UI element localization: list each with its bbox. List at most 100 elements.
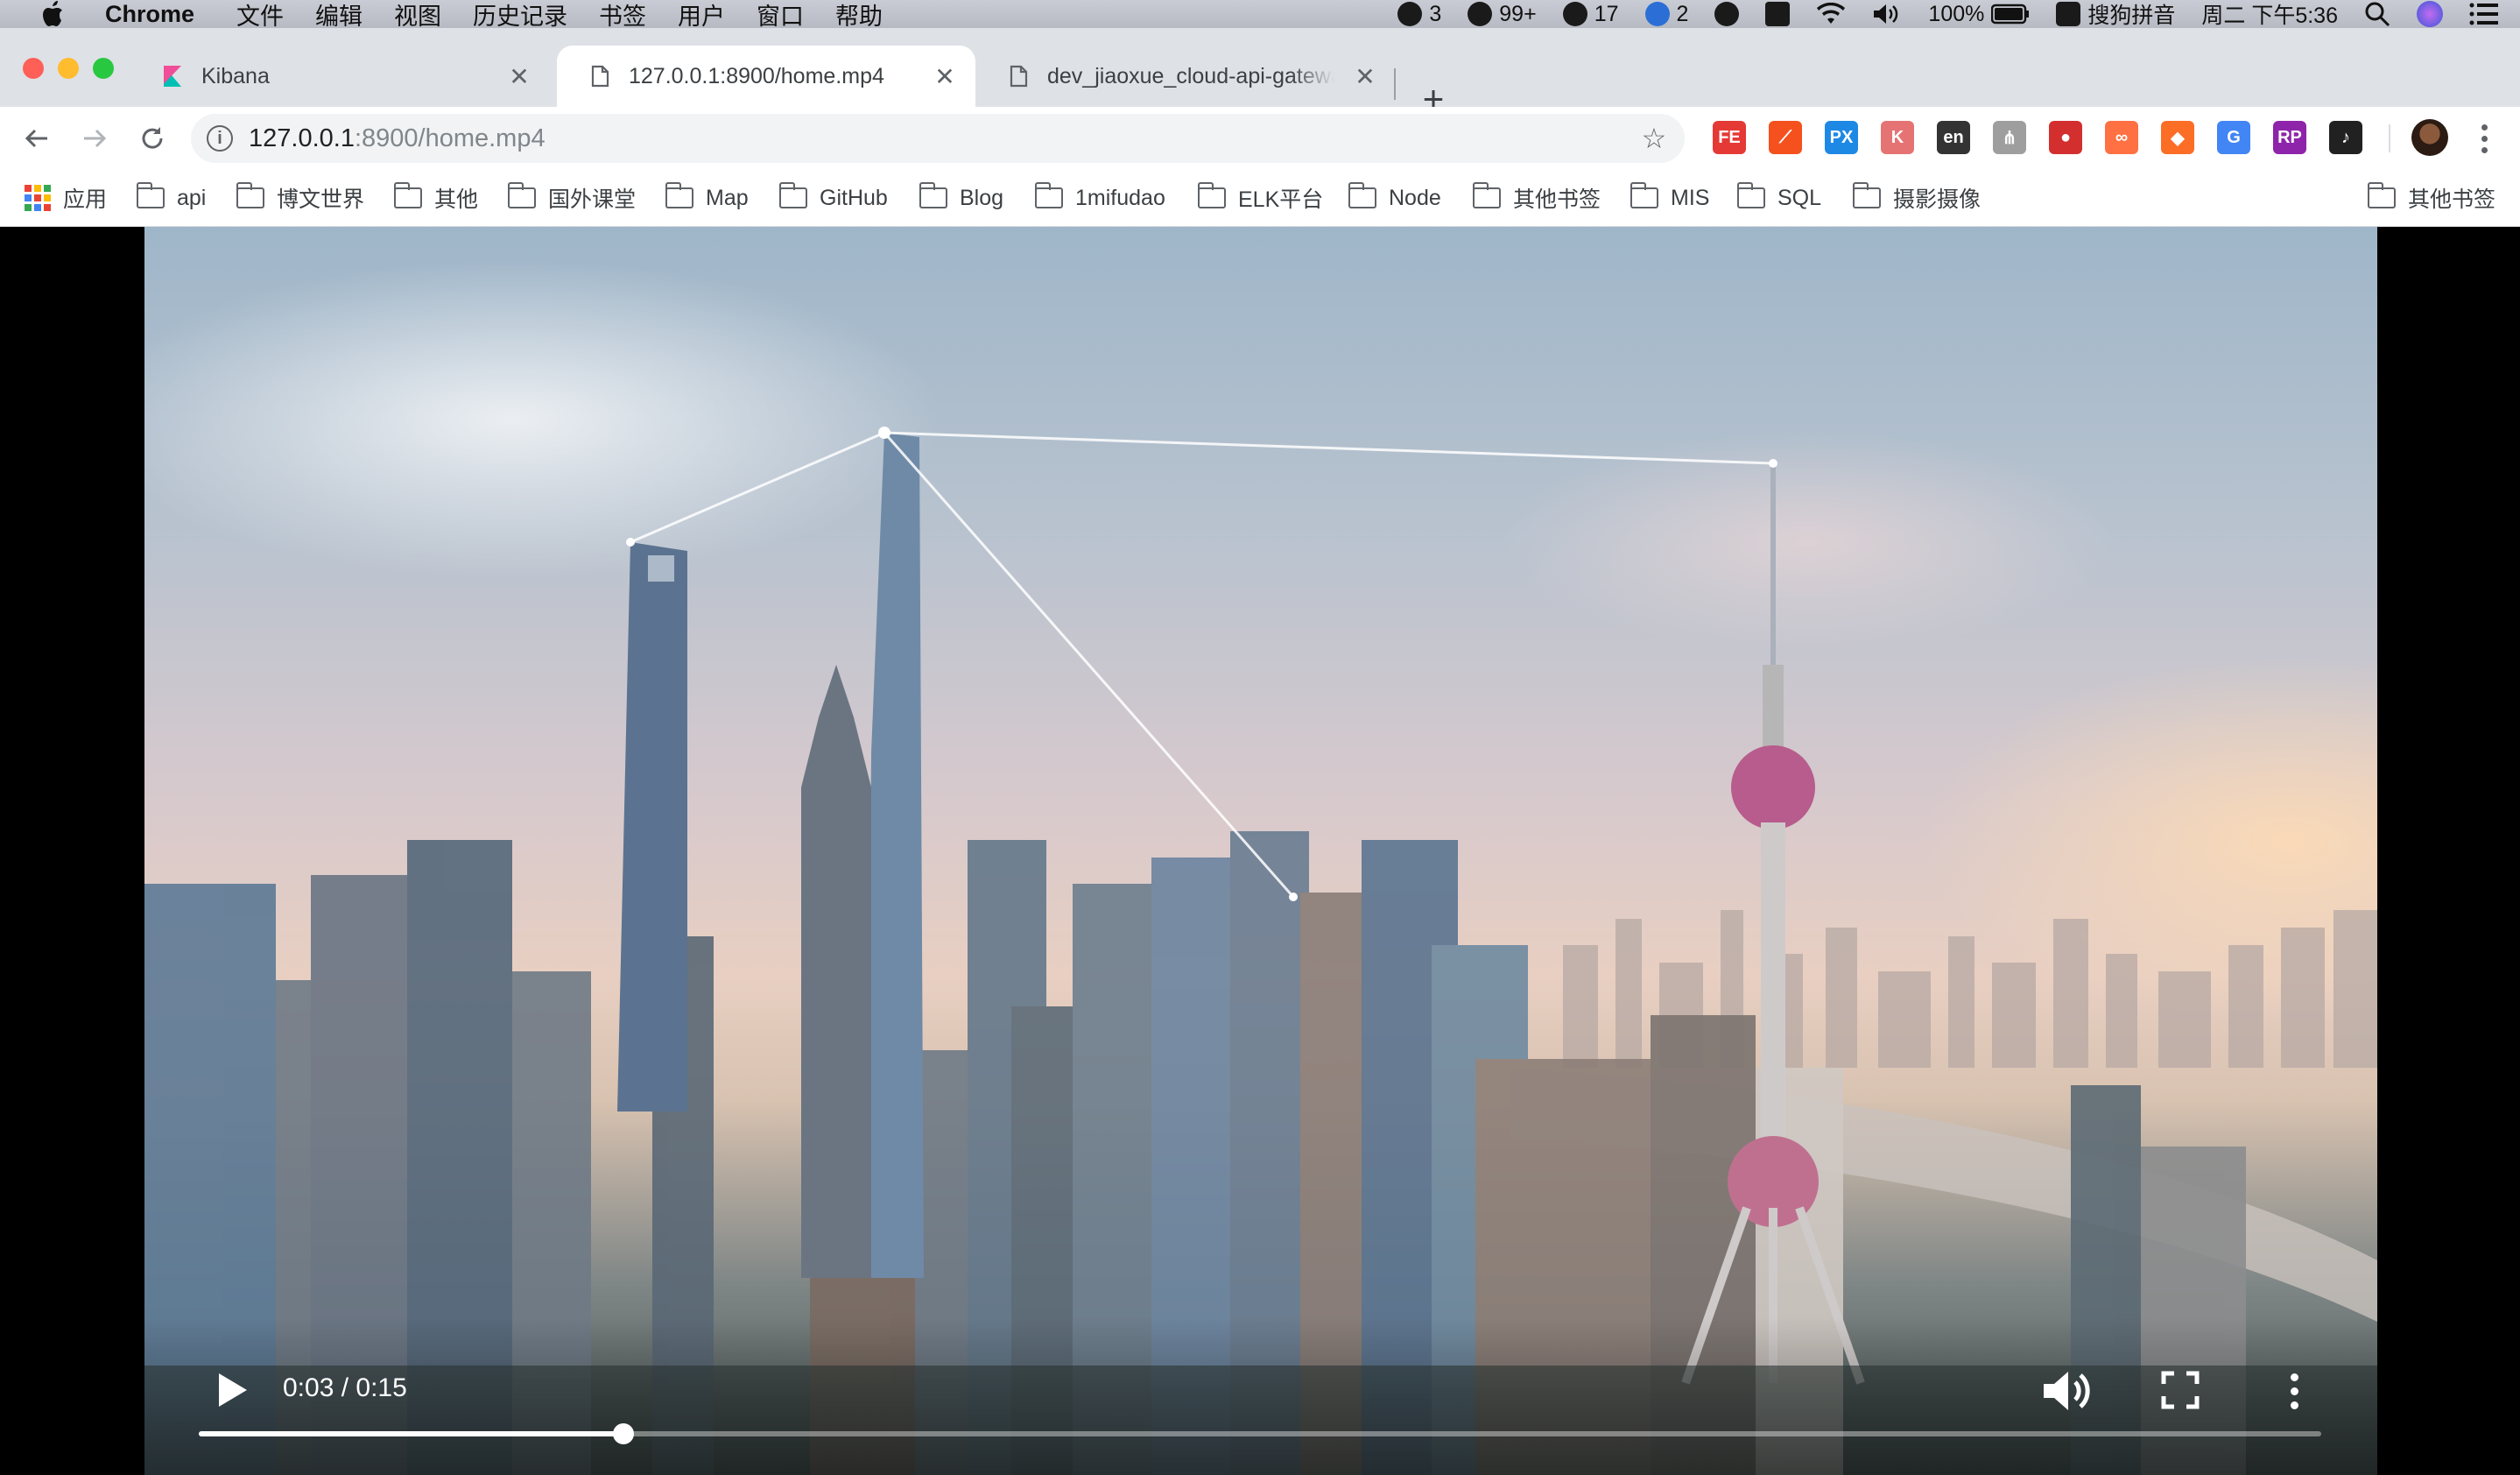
tab-separator: [1394, 68, 1396, 100]
wechat-icon: [1397, 2, 1423, 26]
menu-window[interactable]: 窗口: [757, 0, 804, 32]
bookmark-folder[interactable]: MIS: [1630, 182, 1709, 214]
tab-gateway[interactable]: dev_jiaoxue_cloud-api-gateway ✕: [975, 46, 1396, 107]
bookmark-label: 摄影摄像: [1893, 187, 1982, 212]
clock[interactable]: 周二 下午5:36: [2201, 0, 2338, 30]
play-button[interactable]: [211, 1368, 255, 1412]
address-bar[interactable]: i 127.0.0.1:8900/home.mp4 ☆: [191, 114, 1685, 163]
tab-title: dev_jiaoxue_cloud-api-gateway: [1047, 63, 1334, 88]
fullscreen-button[interactable]: [2158, 1368, 2202, 1412]
folder-icon: [136, 182, 165, 208]
extension-button[interactable]: ◆: [2161, 121, 2194, 154]
video-player[interactable]: 0:03 / 0:15: [144, 227, 2377, 1475]
battery-icon: [1991, 4, 2030, 25]
bookmark-folder[interactable]: ELK平台: [1197, 182, 1323, 214]
bookmark-apps[interactable]: 应用: [25, 182, 107, 214]
forward-button[interactable]: [75, 119, 114, 158]
app-menu-chrome[interactable]: Chrome: [105, 1, 194, 28]
app5-status[interactable]: [1714, 2, 1740, 26]
extension-button[interactable]: G: [2217, 121, 2250, 154]
app4-icon: [1644, 2, 1670, 26]
bookmark-folder[interactable]: 其他书签: [1472, 182, 1601, 214]
arrow-right-icon: [84, 129, 107, 148]
menu-people[interactable]: 用户: [678, 0, 725, 32]
window-zoom-button[interactable]: [93, 58, 114, 79]
extension-button[interactable]: ●: [2049, 121, 2082, 154]
url-text[interactable]: 127.0.0.1:8900/home.mp4: [249, 124, 546, 153]
volume-button[interactable]: [2040, 1366, 2093, 1415]
input-method-status[interactable]: 搜狗拼音: [2056, 0, 2175, 30]
bookmark-folder[interactable]: Map: [665, 182, 749, 214]
battery-status[interactable]: 100%: [1928, 2, 2030, 27]
extension-button[interactable]: PX: [1825, 121, 1858, 154]
bookmark-label: api: [177, 185, 207, 210]
menu-bookmarks[interactable]: 书签: [599, 0, 646, 32]
bookmark-folder[interactable]: 1mifudao: [1034, 182, 1165, 214]
wechat-status[interactable]: 3: [1397, 2, 1441, 27]
folder-icon: [393, 182, 422, 208]
bookmark-star-icon[interactable]: ☆: [1639, 123, 1669, 154]
apple-logo-icon[interactable]: [35, 0, 70, 28]
apps-grid-icon: [25, 185, 51, 211]
menu-help[interactable]: 帮助: [835, 0, 883, 32]
extension-button[interactable]: K: [1881, 121, 1914, 154]
wechat-count: 3: [1429, 1, 1442, 26]
tab-video[interactable]: 127.0.0.1:8900/home.mp4 ✕: [557, 46, 975, 107]
tab-title: Kibana: [201, 63, 270, 88]
bookmark-folder[interactable]: 博文世界: [236, 182, 364, 214]
reload-button[interactable]: [133, 119, 172, 158]
qq-icon: [1468, 2, 1493, 26]
menu-edit[interactable]: 编辑: [315, 0, 363, 32]
extension-button[interactable]: FE: [1713, 121, 1746, 154]
app4-status[interactable]: 2: [1644, 1, 1689, 27]
tab-close-icon[interactable]: ✕: [932, 63, 958, 90]
qq-status[interactable]: 99+: [1468, 2, 1537, 27]
bookmark-folder[interactable]: Blog: [919, 182, 1003, 214]
bookmark-folder[interactable]: 国外课堂: [507, 182, 636, 214]
speaker-icon: [1874, 4, 1898, 24]
bookmark-folder[interactable]: 摄影摄像: [1852, 182, 1982, 214]
tab-close-icon[interactable]: ✕: [506, 63, 532, 90]
spotlight-search-icon[interactable]: [2364, 1, 2390, 27]
siri-icon[interactable]: [2417, 1, 2443, 27]
video-frame-skyline: [144, 427, 2377, 1475]
app4-count: 2: [1676, 1, 1689, 26]
bookmark-label: 博文世界: [277, 187, 365, 212]
menu-file[interactable]: 文件: [236, 0, 284, 32]
chrome-menu-button[interactable]: [2469, 119, 2499, 158]
extension-button[interactable]: ⋔: [1993, 121, 2026, 154]
menu-view[interactable]: 视图: [394, 0, 441, 32]
fullscreen-icon: [2161, 1371, 2200, 1409]
progress-thumb[interactable]: [612, 1423, 634, 1444]
more-options-button[interactable]: [2281, 1366, 2307, 1415]
bookmark-folder[interactable]: GitHub: [778, 182, 888, 214]
wifi-status[interactable]: [1816, 3, 1846, 25]
menu-history[interactable]: 历史记录: [473, 0, 567, 32]
bookmark-other-bookmarks[interactable]: 其他书签: [2367, 182, 2495, 214]
progress-bar[interactable]: [199, 1423, 2321, 1444]
back-button[interactable]: [18, 119, 56, 158]
tab-close-icon[interactable]: ✕: [1352, 63, 1378, 90]
bookmark-folder[interactable]: Node: [1348, 182, 1441, 214]
extension-button[interactable]: ⟋: [1769, 121, 1802, 154]
window-close-button[interactable]: [23, 58, 44, 79]
bookmark-folder[interactable]: SQL: [1736, 182, 1821, 214]
app3-status[interactable]: 17: [1562, 2, 1619, 27]
extension-button[interactable]: en: [1937, 121, 1970, 154]
window-minimize-button[interactable]: [58, 58, 79, 79]
bookmark-folder[interactable]: 其他: [393, 182, 478, 214]
folder-icon: [1348, 182, 1376, 208]
volume-status[interactable]: [1872, 3, 1902, 25]
grid-app-icon: [1765, 2, 1791, 26]
extension-button[interactable]: RP: [2273, 121, 2306, 154]
app6-status[interactable]: [1765, 2, 1791, 26]
network-nodes: [626, 427, 1777, 901]
tab-kibana[interactable]: Kibana ✕: [130, 46, 550, 107]
profile-avatar[interactable]: [2411, 119, 2448, 156]
bookmark-folder[interactable]: api: [136, 182, 207, 214]
site-info-icon[interactable]: i: [207, 125, 233, 152]
extension-button[interactable]: ∞: [2105, 121, 2138, 154]
input-method-label: 搜狗拼音: [2087, 4, 2176, 28]
extension-button[interactable]: ♪: [2329, 121, 2362, 154]
notification-center-icon[interactable]: [2469, 2, 2499, 26]
